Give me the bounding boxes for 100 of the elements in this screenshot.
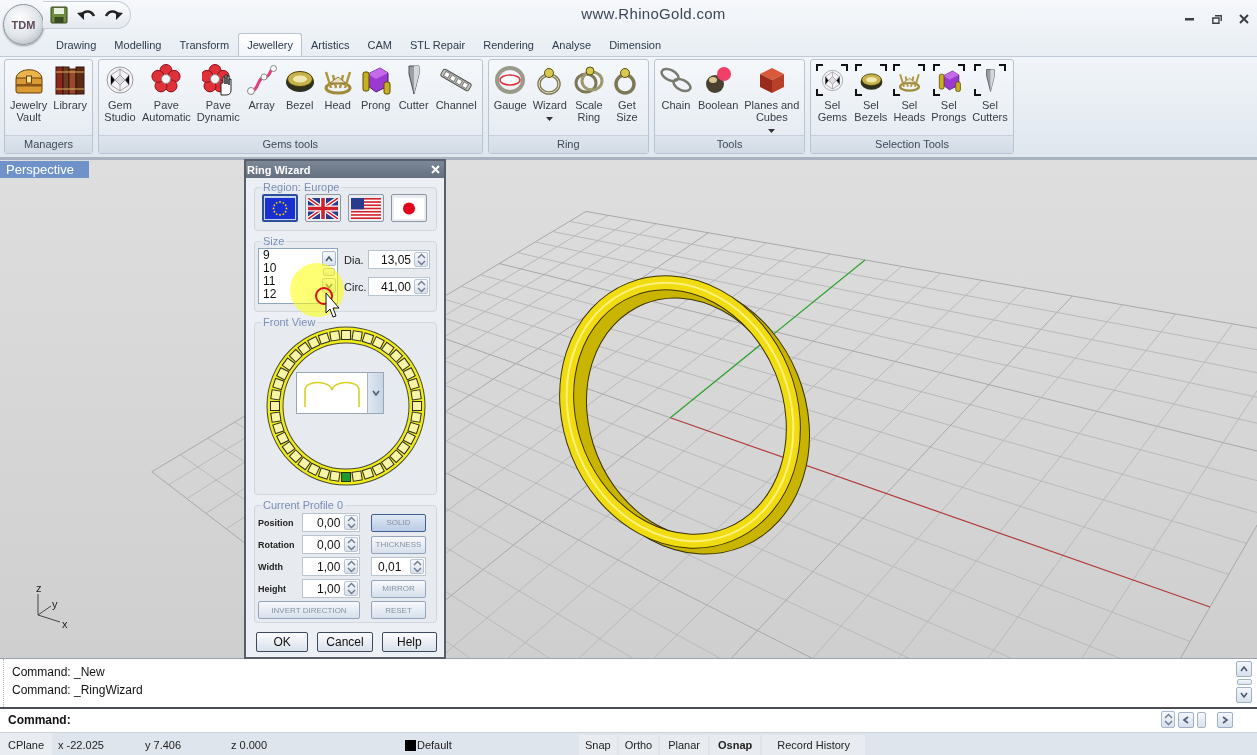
number-field[interactable]: 1,00 bbox=[302, 557, 360, 576]
flag-button[interactable] bbox=[305, 194, 341, 222]
ribbon-button[interactable]: Sel Heads bbox=[890, 62, 929, 123]
flag-button[interactable] bbox=[391, 194, 427, 222]
undo-button[interactable] bbox=[76, 8, 96, 22]
field-label: Rotation bbox=[258, 539, 296, 550]
ribbon-tab[interactable]: CAM bbox=[358, 33, 401, 56]
ribbon-button[interactable]: Channel bbox=[432, 62, 480, 111]
scroll-thumb[interactable] bbox=[1236, 679, 1252, 685]
field-label: Height bbox=[258, 583, 287, 594]
up-down-arrows-icon bbox=[346, 582, 356, 595]
ribbon-tab[interactable]: STL Repair bbox=[401, 33, 475, 56]
ribbon-button[interactable]: Jewelry Vault bbox=[7, 62, 51, 123]
chevron-up-icon bbox=[325, 254, 333, 263]
ribbon-button[interactable]: Planes and Cubes bbox=[741, 62, 803, 133]
scroll-down-button[interactable] bbox=[1236, 687, 1252, 703]
spin-button[interactable] bbox=[410, 559, 424, 574]
save-icon bbox=[50, 6, 68, 24]
status-toggle[interactable]: Ortho bbox=[618, 735, 659, 755]
status-toggle[interactable]: Record History bbox=[762, 735, 865, 755]
books-icon bbox=[54, 64, 87, 96]
chevron-up-icon bbox=[1240, 665, 1248, 673]
ribbon-button[interactable]: Sel Bezels bbox=[851, 62, 891, 123]
up-down-arrows-icon bbox=[346, 560, 356, 573]
chevron-down-icon bbox=[1240, 691, 1248, 699]
number-field[interactable]: 0,00 bbox=[302, 513, 360, 532]
scroll-thumb[interactable] bbox=[1197, 711, 1206, 728]
spin-button[interactable] bbox=[414, 279, 428, 294]
ribbon-button[interactable]: Head bbox=[318, 62, 357, 111]
flag-button[interactable] bbox=[262, 194, 298, 222]
close-button[interactable] bbox=[431, 165, 440, 174]
coordinate-readout: y 7.406 bbox=[145, 739, 182, 751]
scroll-up-button[interactable] bbox=[322, 251, 336, 266]
number-field[interactable]: 41,00 bbox=[368, 277, 430, 296]
ribbon-tab[interactable]: Rendering bbox=[474, 33, 543, 56]
up-down-arrows-icon bbox=[346, 516, 356, 529]
ribbon-tab[interactable]: Artistics bbox=[302, 33, 359, 56]
ribbon-button[interactable]: Gauge bbox=[490, 62, 530, 111]
ribbon-button[interactable]: Sel Gems bbox=[813, 62, 852, 123]
ribbon-button[interactable]: Bezel bbox=[280, 62, 319, 111]
ribbon-button[interactable]: Boolean bbox=[694, 62, 742, 111]
ribbon-tab[interactable]: Dimension bbox=[600, 33, 671, 56]
scroll-up-button[interactable] bbox=[1236, 661, 1252, 677]
dialog-button[interactable]: Cancel bbox=[317, 632, 373, 652]
ribbon-tab[interactable]: Jewellery bbox=[238, 33, 303, 56]
ribbon-button[interactable]: Library bbox=[50, 62, 90, 111]
group-label: Managers bbox=[5, 135, 92, 153]
ribbon-tab[interactable]: Transform bbox=[170, 33, 239, 56]
window-title: www.RhinoGold.com bbox=[581, 5, 726, 22]
ribbon-button[interactable]: Prong bbox=[356, 62, 395, 111]
list-item[interactable]: 12 bbox=[263, 288, 277, 301]
ribbon-button[interactable]: Sel Cutters bbox=[969, 62, 1011, 123]
ribbon-button[interactable]: Pave Automatic bbox=[138, 62, 194, 123]
ribbon-button[interactable]: Array bbox=[242, 62, 281, 111]
number-field[interactable]: 13,05 bbox=[368, 250, 430, 269]
ribbon-tab[interactable]: Modelling bbox=[105, 33, 171, 56]
list-item[interactable]: 11 bbox=[263, 275, 276, 288]
ribbon-button[interactable]: Scale Ring bbox=[569, 62, 608, 123]
status-toggle[interactable]: Snap bbox=[579, 735, 617, 755]
list-item[interactable]: 9 bbox=[263, 249, 270, 262]
field-label: Dia. bbox=[344, 253, 365, 266]
layer-selector[interactable]: Default bbox=[405, 739, 452, 751]
flag-button[interactable] bbox=[348, 194, 384, 222]
ribbon-button[interactable]: Pave Dynamic bbox=[193, 62, 243, 123]
dialog-button[interactable]: OK bbox=[256, 632, 309, 652]
status-toggle[interactable]: Planar bbox=[660, 735, 708, 755]
ribbon-button[interactable]: Sel Prongs bbox=[928, 62, 970, 123]
size-list[interactable]: 9 10 11 12 bbox=[258, 248, 338, 304]
redo-button[interactable] bbox=[104, 8, 124, 22]
select-bezel-icon bbox=[854, 64, 887, 96]
ribbon-button[interactable]: Chain bbox=[656, 62, 695, 111]
status-toggle[interactable]: Osnap bbox=[710, 735, 761, 755]
chevron-down-icon bbox=[371, 389, 380, 397]
app-logo-button[interactable]: TDM bbox=[3, 4, 44, 45]
minimize-icon bbox=[1185, 17, 1194, 21]
number-field[interactable]: 1,00 bbox=[302, 579, 360, 598]
scroll-left-button[interactable] bbox=[1178, 711, 1194, 728]
select-diamond-icon bbox=[816, 64, 849, 96]
number-field[interactable]: 0,01 bbox=[371, 557, 426, 576]
scroll-thumb[interactable] bbox=[323, 268, 335, 276]
field-label: Position bbox=[258, 517, 295, 528]
number-field[interactable]: 0,00 bbox=[302, 535, 360, 554]
spin-button[interactable] bbox=[1161, 711, 1175, 728]
uk-flag-icon bbox=[308, 197, 338, 219]
spin-button[interactable] bbox=[344, 581, 358, 596]
spin-button[interactable] bbox=[344, 559, 358, 574]
scroll-right-button[interactable] bbox=[1217, 711, 1233, 728]
dialog-button[interactable]: Help bbox=[381, 632, 437, 652]
ribbon-tab[interactable]: Drawing bbox=[47, 33, 106, 56]
spin-button[interactable] bbox=[414, 252, 428, 267]
ribbon-button[interactable]: Gem Studio bbox=[100, 62, 139, 123]
list-item[interactable]: 10 bbox=[263, 262, 277, 275]
ribbon-button[interactable]: Cutter bbox=[394, 62, 433, 111]
save-button[interactable] bbox=[50, 6, 68, 24]
spin-button[interactable] bbox=[344, 537, 358, 552]
ribbon-button[interactable]: Get Size bbox=[607, 62, 646, 123]
select-gem-with-prongs-icon bbox=[932, 64, 965, 96]
spin-button[interactable] bbox=[344, 515, 358, 530]
ribbon-button[interactable]: Wizard bbox=[529, 62, 570, 121]
ribbon-tab[interactable]: Analyse bbox=[543, 33, 601, 56]
